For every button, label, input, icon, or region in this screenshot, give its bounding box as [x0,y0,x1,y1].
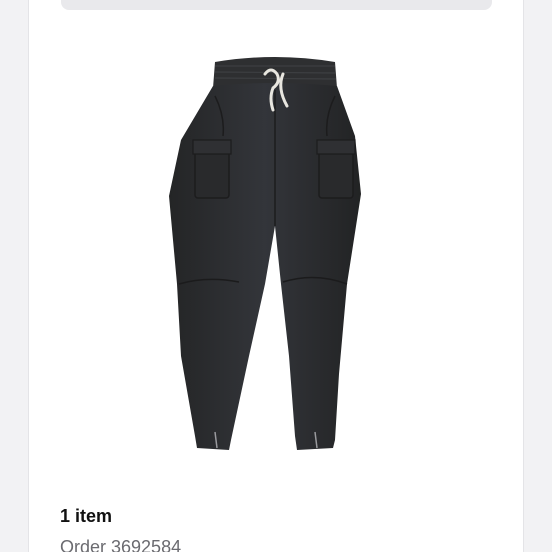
pants-body [169,83,361,450]
top-bar [61,0,492,10]
cargo-pants-image[interactable] [29,36,525,476]
order-card: 1 item Order 3692584 [28,0,524,552]
order-number: Order 3692584 [60,537,182,552]
order-summary: 1 item Order 3692584 [60,504,181,552]
item-count: 1 item [60,506,113,526]
order-detail-page: 1 item Order 3692584 [0,0,552,552]
